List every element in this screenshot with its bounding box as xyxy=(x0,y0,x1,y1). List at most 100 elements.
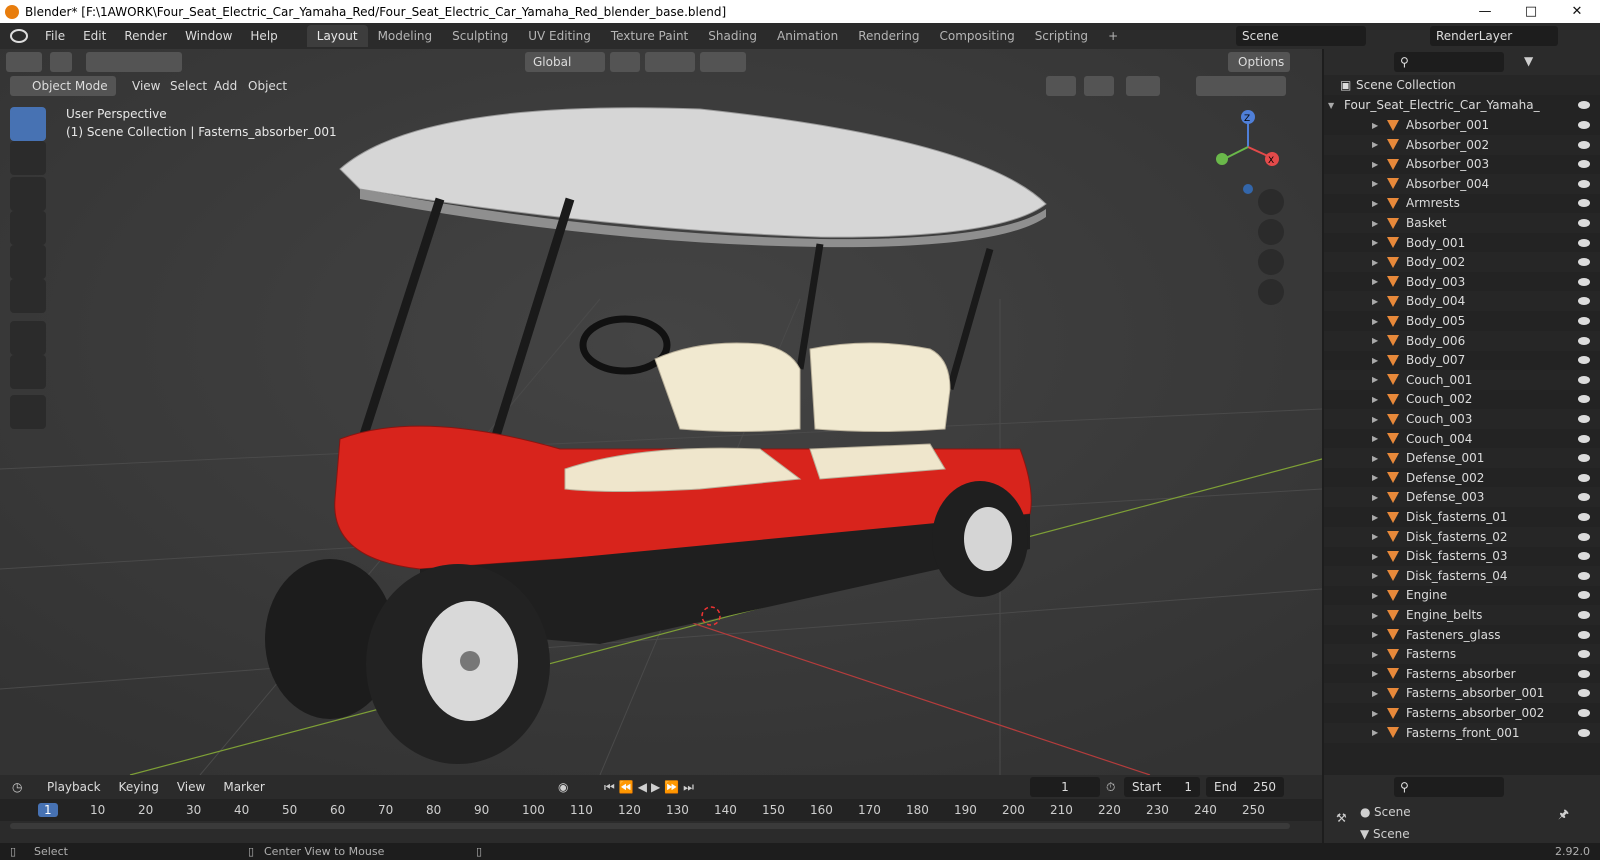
outliner-item[interactable]: ▶ Absorber_004 xyxy=(1324,173,1600,194)
eye-icon[interactable] xyxy=(1578,493,1590,502)
expand-icon[interactable]: ▼ xyxy=(1328,101,1334,110)
outliner-item[interactable]: ▶ Engine_belts xyxy=(1324,605,1600,625)
editor-type-icon[interactable] xyxy=(6,52,42,72)
eye-icon[interactable] xyxy=(1578,238,1590,247)
expand-icon[interactable]: ▶ xyxy=(1372,532,1378,541)
eye-icon[interactable] xyxy=(1578,650,1590,659)
cursor-tool-icon[interactable] xyxy=(10,141,46,175)
tab-modeling[interactable]: Modeling xyxy=(368,25,443,47)
expand-icon[interactable]: ▶ xyxy=(1372,591,1378,600)
transform-orientation[interactable]: Global xyxy=(525,52,605,72)
select-tool-icon[interactable] xyxy=(10,107,46,141)
eye-icon[interactable] xyxy=(1578,611,1590,619)
eye-icon[interactable] xyxy=(1578,689,1590,698)
eye-icon[interactable] xyxy=(1578,630,1590,639)
expand-icon[interactable]: ▶ xyxy=(1372,179,1378,188)
tab-texture-paint[interactable]: Texture Paint xyxy=(601,25,698,47)
minimize-icon[interactable]: — xyxy=(1462,0,1508,23)
expand-icon[interactable]: ▶ xyxy=(1372,630,1378,639)
outliner-item[interactable]: ▶ Fasteners_glass xyxy=(1324,625,1600,645)
viewport-menu-select[interactable]: Select xyxy=(164,76,213,96)
rotate-tool-icon[interactable] xyxy=(10,211,46,245)
gizmo-toggle-icon[interactable] xyxy=(1084,76,1114,96)
mode-dropdown[interactable]: Object Mode xyxy=(10,76,116,96)
eye-icon[interactable] xyxy=(1578,591,1590,600)
eye-icon[interactable] xyxy=(1578,336,1590,345)
eye-icon[interactable] xyxy=(1578,121,1590,129)
eye-icon[interactable] xyxy=(1578,571,1590,580)
outliner-item[interactable]: ▶ Body_003 xyxy=(1324,272,1600,292)
tab-uv-editing[interactable]: UV Editing xyxy=(518,25,601,47)
outliner-item[interactable]: ▶ Body_004 xyxy=(1324,291,1600,312)
outliner-item[interactable]: ▶ Disk_fasterns_02 xyxy=(1324,526,1600,547)
eye-icon[interactable] xyxy=(1578,415,1590,423)
eye-icon[interactable] xyxy=(1578,473,1590,482)
outliner-item[interactable]: ▶ Body_002 xyxy=(1324,252,1600,273)
outliner-scene-collection[interactable]: ▣ Scene Collection xyxy=(1324,75,1600,95)
expand-icon[interactable]: ▶ xyxy=(1372,689,1378,698)
timeline-scrollbar[interactable] xyxy=(10,823,1290,829)
outliner-item[interactable]: ▶ Engine xyxy=(1324,585,1600,605)
proportional-edit-icon[interactable] xyxy=(700,52,746,72)
outliner-item[interactable]: ▶ Defense_003 xyxy=(1324,487,1600,508)
outliner-collection[interactable]: ▼ Four_Seat_Electric_Car_Yamaha_ xyxy=(1324,95,1600,115)
tab-scripting[interactable]: Scripting xyxy=(1025,25,1098,47)
clock-editor-icon[interactable]: ◷ xyxy=(12,780,38,794)
outliner-item[interactable]: ▶ Disk_fasterns_01 xyxy=(1324,507,1600,527)
expand-icon[interactable]: ▶ xyxy=(1372,121,1378,130)
navigation-gizmo[interactable]: Z X xyxy=(1212,107,1292,197)
expand-icon[interactable]: ▶ xyxy=(1372,454,1378,463)
eye-icon[interactable] xyxy=(1578,101,1590,109)
start-frame-field[interactable]: Start 1 xyxy=(1124,777,1200,797)
renderlayer-field[interactable]: RenderLayer xyxy=(1430,26,1558,46)
scene-section-header[interactable]: ▼ Scene xyxy=(1360,827,1410,841)
outliner-item[interactable]: ▶ Body_007 xyxy=(1324,350,1600,370)
scene-field[interactable]: Scene xyxy=(1236,26,1366,46)
annotate-tool-icon[interactable] xyxy=(10,321,46,355)
outliner-item[interactable]: ▶ Absorber_001 xyxy=(1324,115,1600,135)
outliner-item[interactable]: ▶ Couch_003 xyxy=(1324,409,1600,429)
timeline-ruler[interactable]: 1 10 20 30 40 50 60 70 80 90 100 110 120 130 140 150 160… xyxy=(0,799,1322,821)
maximize-icon[interactable]: □ xyxy=(1508,0,1554,23)
expand-icon[interactable]: ▶ xyxy=(1372,571,1378,580)
outliner-item[interactable]: ▶ Fasterns_absorber xyxy=(1324,664,1600,684)
expand-icon[interactable]: ▶ xyxy=(1372,199,1378,208)
expand-icon[interactable]: ▶ xyxy=(1372,611,1378,620)
expand-icon[interactable]: ▶ xyxy=(1372,297,1378,306)
outliner-item[interactable]: ▶ Armrests xyxy=(1324,193,1600,213)
eye-icon[interactable] xyxy=(1578,356,1590,365)
pin-icon[interactable]: 🖈 xyxy=(1558,805,1569,826)
playback-controls[interactable]: ⏮⏪◀▶⏩⏭ xyxy=(604,780,698,795)
pan-hand-icon[interactable] xyxy=(1258,219,1284,245)
menu-render[interactable]: Render xyxy=(115,29,176,43)
outliner-item[interactable]: ▶ Couch_002 xyxy=(1324,389,1600,409)
menu-file[interactable]: File xyxy=(36,29,74,43)
camera-view-icon[interactable] xyxy=(1258,249,1284,275)
current-frame-field[interactable]: 1 xyxy=(1030,777,1100,797)
outliner-item[interactable]: ▶ Disk_fasterns_04 xyxy=(1324,565,1600,586)
close-icon[interactable]: ✕ xyxy=(1554,0,1600,23)
scale-tool-icon[interactable] xyxy=(10,245,46,279)
measure-tool-icon[interactable] xyxy=(10,355,46,389)
select-box-mode-icon[interactable] xyxy=(50,52,72,72)
expand-icon[interactable]: ▶ xyxy=(1372,395,1378,404)
outliner-item[interactable]: ▶ Defense_002 xyxy=(1324,468,1600,488)
eye-icon[interactable] xyxy=(1578,277,1590,286)
eye-icon[interactable] xyxy=(1578,140,1590,149)
expand-icon[interactable]: ▶ xyxy=(1372,356,1378,365)
expand-icon[interactable]: ▶ xyxy=(1372,415,1378,424)
expand-icon[interactable]: ▶ xyxy=(1372,375,1378,384)
expand-icon[interactable]: ▶ xyxy=(1372,317,1378,326)
expand-icon[interactable]: ▶ xyxy=(1372,140,1378,149)
expand-icon[interactable]: ▶ xyxy=(1372,513,1378,522)
outliner-item[interactable]: ▶ Body_006 xyxy=(1324,330,1600,351)
eye-icon[interactable] xyxy=(1578,258,1590,267)
outliner-item[interactable]: ▶ Fasterns_front_001 xyxy=(1324,722,1600,743)
outliner-item[interactable]: ▶ Fasterns_absorber_001 xyxy=(1324,683,1600,704)
eye-icon[interactable] xyxy=(1578,454,1590,463)
eye-icon[interactable] xyxy=(1578,160,1590,169)
outliner-item[interactable]: ▶ Basket xyxy=(1324,213,1600,233)
eye-icon[interactable] xyxy=(1578,513,1590,521)
tab-compositing[interactable]: Compositing xyxy=(929,25,1024,47)
expand-icon[interactable]: ▶ xyxy=(1372,238,1378,247)
